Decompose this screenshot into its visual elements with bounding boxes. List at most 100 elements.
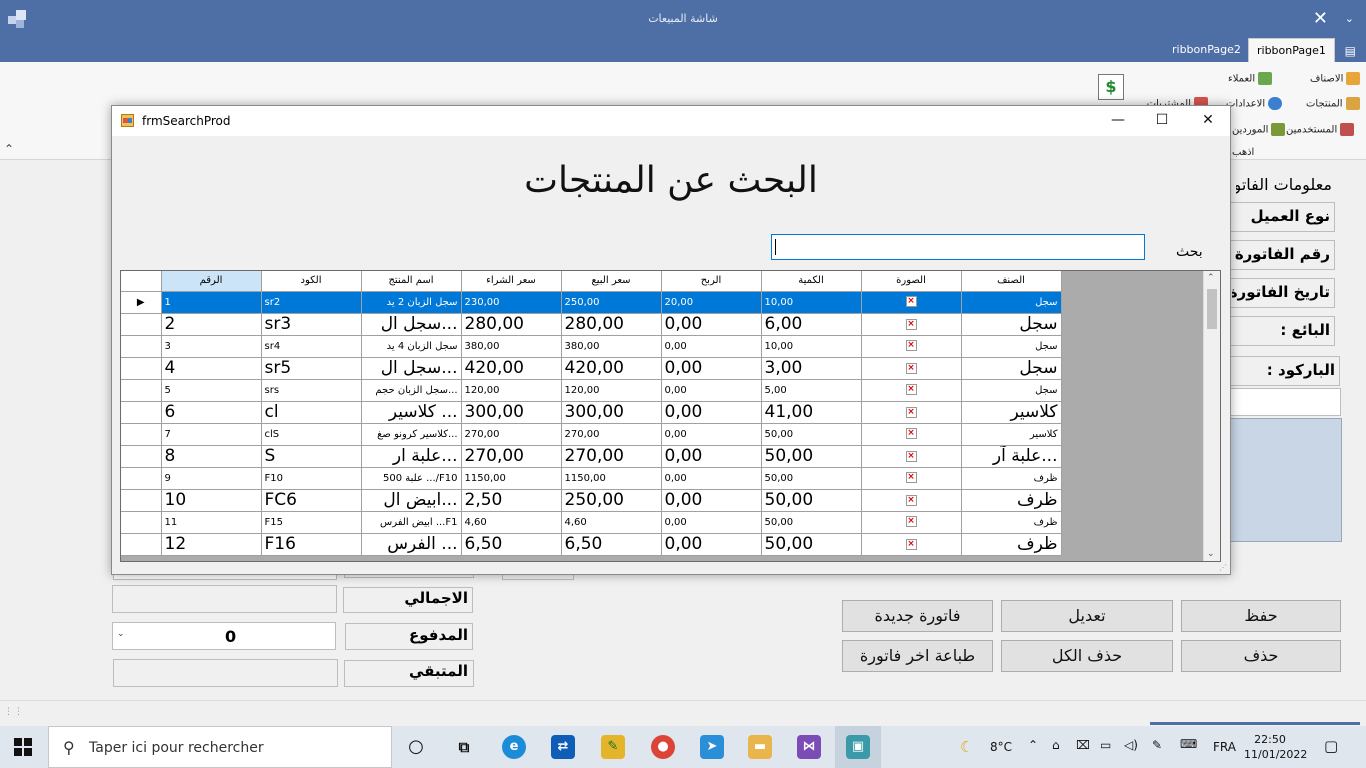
cell-buy[interactable]: 300,00 [461,401,562,424]
cell-category[interactable]: ظرف [961,533,1062,556]
ribbon-menu-icon[interactable]: ▤ [1345,44,1356,58]
table-row[interactable]: 10 FC6 ...ابيض ال 2,50 250,00 0,00 50,00 × ظرف [121,489,1062,512]
scroll-up-icon[interactable]: ⌃ [1207,273,1215,283]
delete-all-button[interactable]: حذف الكل [1001,640,1173,672]
cell-code[interactable]: F16 [261,533,362,556]
table-row[interactable]: 5 srs ...سجل الزبان حجم 120,00 120,00 0,00 5,0… [121,379,1062,402]
cell-buy[interactable]: 1150,00 [461,467,562,490]
windows-start-icon[interactable] [14,738,32,756]
cell-name[interactable]: ... كلاسير [361,401,462,424]
table-row[interactable]: 6 cl... كلاسير 300,00 300,00 0,00 41,00 × كلاسي… [121,401,1062,424]
cell-code[interactable]: cl [261,401,362,424]
row-header[interactable] [121,401,162,424]
cell-buy[interactable]: 4,60 [461,511,562,534]
cell-sell[interactable]: 1150,00 [561,467,662,490]
cell-buy[interactable]: 270,00 [461,445,562,468]
edit-button[interactable]: تعديل [1001,600,1173,632]
cell-buy[interactable]: 280,00 [461,313,562,336]
cell-code[interactable]: F10 [261,467,362,490]
row-header[interactable] [121,379,162,402]
cell-category[interactable]: كلاسير [961,423,1062,446]
cell-profit[interactable]: 0,00 [661,533,762,556]
chevron-up-icon[interactable]: ⌃ [1028,738,1038,752]
cell-image[interactable]: × [861,357,962,380]
col-header-quantity[interactable]: الكمية [761,271,862,292]
cell-name[interactable]: ...ابيض ال [361,489,462,512]
cell-buy[interactable]: 120,00 [461,379,562,402]
edge-icon[interactable]: e [502,735,526,759]
cell-code[interactable]: S [261,445,362,468]
delete-button[interactable]: حذف [1181,640,1341,672]
weather-temperature[interactable]: 8°C [990,740,1012,754]
tab-ribbonpage1[interactable]: ribbonPage1 [1248,38,1335,62]
cell-category[interactable]: كلاسير [961,401,1062,424]
cell-category[interactable]: ...علبة آر [961,445,1062,468]
table-row[interactable]: ▶ 1 sr2 سجل الزبان 2 يد 230,00 250,00 20,00 10,… [121,291,1062,314]
notifications-icon[interactable]: ▢ [1324,737,1338,755]
row-header[interactable] [121,511,162,534]
cell-image[interactable]: × [861,445,962,468]
sales-app-icon[interactable]: ▣ [846,735,870,759]
col-header-profit[interactable]: الربح [661,271,762,292]
cell-profit[interactable]: 0,00 [661,401,762,424]
cell-name[interactable]: ...سجل الزبان حجم [361,379,462,402]
cell-no[interactable]: 7 [161,423,262,446]
cell-image[interactable]: × [861,401,962,424]
cell-no[interactable]: 9 [161,467,262,490]
minimize-button[interactable]: — [1108,110,1128,130]
col-header-category[interactable]: الصنف [961,271,1062,292]
table-row[interactable]: 3 sr4 سجل الزبان 4 يد 380,00 380,00 0,00 10,00… [121,335,1062,358]
pen-icon[interactable]: ✎ [1152,738,1162,752]
row-header[interactable] [121,467,162,490]
ribbon-item-settings[interactable]: الاعدادات [1226,97,1283,110]
table-row[interactable]: 4 sr5 ...سجل ال 420,00 420,00 0,00 3,00 × سجل [121,357,1062,380]
cell-qty[interactable]: 6,00 [761,313,862,336]
cell-sell[interactable]: 4,60 [561,511,662,534]
taskbar-search-box[interactable]: ⚲ Taper ici pour rechercher [48,726,392,768]
table-row[interactable]: 11 F15 F1... ابيض الفرس 4,60 4,60 0,00 50,00 × ظ… [121,511,1062,534]
cell-name[interactable]: سجل الزبان 4 يد [361,335,462,358]
cell-name[interactable]: ...سجل ال [361,357,462,380]
col-header-code[interactable]: الكود [261,271,362,292]
cell-no[interactable]: 8 [161,445,262,468]
cell-qty[interactable]: 50,00 [761,467,862,490]
ribbon-item-suppliers[interactable]: الموردين [1232,123,1286,136]
chrome-icon[interactable]: ● [651,735,675,759]
cell-no[interactable]: 1 [161,291,262,314]
cell-name[interactable]: ... الفرس [361,533,462,556]
cell-no[interactable]: 2 [161,313,262,336]
file-explorer-icon[interactable]: ▬ [748,735,772,759]
visual-studio-icon[interactable]: ⋈ [797,735,821,759]
cell-category[interactable]: سجل [961,357,1062,380]
ribbon-item-categories[interactable]: الاصناف [1310,72,1361,85]
cell-sell[interactable]: 270,00 [561,445,662,468]
cell-no[interactable]: 5 [161,379,262,402]
tab-ribbonpage2[interactable]: ribbonPage2 [1164,38,1249,62]
cell-image[interactable]: × [861,511,962,534]
cell-category[interactable]: سجل [961,313,1062,336]
cell-name[interactable]: ...علبة ار [361,445,462,468]
cell-code[interactable]: sr3 [261,313,362,336]
cell-qty[interactable]: 50,00 [761,489,862,512]
cell-qty[interactable]: 50,00 [761,445,862,468]
cell-sell[interactable]: 120,00 [561,379,662,402]
cell-profit[interactable]: 20,00 [661,291,762,314]
cell-profit[interactable]: 0,00 [661,489,762,512]
cell-qty[interactable]: 10,00 [761,335,862,358]
cell-buy[interactable]: 380,00 [461,335,562,358]
close-button[interactable]: ✕ [1198,110,1218,130]
cell-name[interactable]: ...سجل ال [361,313,462,336]
main-caret-icon[interactable]: ⌄ [1345,12,1354,25]
col-header-number[interactable]: الرقم [161,271,262,292]
new-invoice-button[interactable]: فاتورة جديدة [842,600,993,632]
ribbon-item-products[interactable]: المنتجات [1306,97,1360,110]
cell-no[interactable]: 3 [161,335,262,358]
keyboard-icon[interactable]: ⌨ [1180,737,1197,751]
paid-input[interactable]: ⌄ 0 [112,622,336,650]
col-header-buy-price[interactable]: سعر الشراء [461,271,562,292]
cell-code[interactable]: sr4 [261,335,362,358]
cell-image[interactable]: × [861,423,962,446]
dollar-icon[interactable]: $ [1098,74,1124,100]
cell-qty[interactable]: 50,00 [761,423,862,446]
dialog-resize-grip-icon[interactable]: ⋰ [1219,563,1227,572]
